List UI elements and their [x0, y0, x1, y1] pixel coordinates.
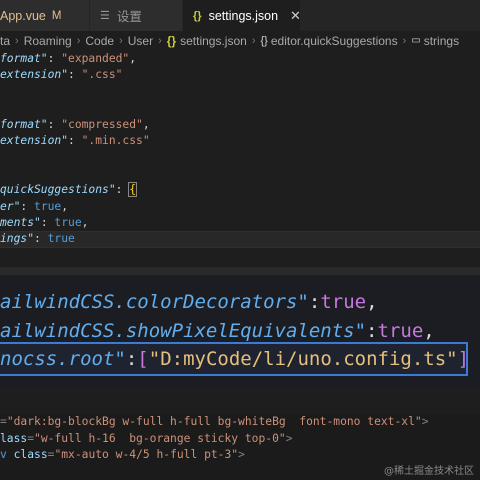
json-key: ailwindCSS.colorDecorators" [0, 291, 309, 313]
code-editor[interactable]: format": "expanded", extension": ".css" … [0, 51, 480, 248]
editor-tab-bar: App.vue M ☰ 设置 {} settings.json ✕ [0, 0, 480, 31]
tag-name: v [0, 448, 7, 461]
zoom-line: nocss.root":["D:myCode/li/uno.config.ts"… [0, 348, 470, 370]
code-line: lass="w-full h-16 bg-orange sticky top-0… [0, 431, 293, 445]
json-value: ".css" [81, 68, 123, 82]
tab-settings-ui[interactable]: ☰ 设置 [90, 0, 183, 31]
chevron-right-icon: › [402, 34, 407, 47]
breadcrumb-item[interactable]: ta [0, 34, 10, 48]
code-line: er": true, [0, 199, 69, 213]
code-line: ="dark:bg-blockBg w-full h-full bg-white… [0, 415, 429, 428]
json-key: format" [0, 52, 48, 65]
json-value: "compressed" [61, 117, 143, 131]
json-key: quickSuggestions" [0, 183, 116, 197]
json-key: er" [0, 199, 21, 213]
zoomed-settings-snippet: ailwindCSS.colorDecorators":true, ailwin… [0, 275, 480, 387]
attr-value: "mx-auto w-4/5 h-full pt-3" [54, 448, 239, 461]
json-key: format" [0, 117, 48, 131]
breadcrumb-item[interactable]: Roaming [24, 34, 72, 48]
breadcrumb-label: editor.quickSuggestions [270, 33, 398, 48]
breadcrumb-item[interactable]: User [128, 34, 153, 48]
tab-label: 设置 [116, 10, 142, 24]
json-key: extension" [0, 133, 69, 147]
divider [0, 267, 480, 275]
breadcrumb-label: strings [423, 33, 460, 48]
chevron-right-icon: › [15, 34, 19, 47]
zoom-line: ailwindCSS.colorDecorators":true, [0, 291, 378, 313]
close-icon[interactable]: ✕ [290, 8, 301, 24]
json-key: ings" [0, 232, 35, 246]
breadcrumb-item[interactable]: {} settings.json [167, 34, 247, 48]
chevron-right-icon: › [158, 34, 162, 47]
matched-brace: { [128, 182, 138, 198]
tab-label: settings.json [208, 8, 279, 23]
breadcrumb: ta › Roaming › Code › User › {} settings.… [0, 31, 480, 50]
json-braces-icon: {} [166, 33, 177, 48]
attr-value: "dark:bg-blockBg w-full h-full bg-whiteB… [6, 415, 422, 428]
json-value: true [47, 232, 75, 246]
code-line: extension": ".css" [0, 68, 123, 82]
breadcrumb-item[interactable]: {} editor.quickSuggestions [260, 34, 397, 48]
chevron-right-icon: › [119, 34, 123, 47]
json-value: true [54, 215, 82, 229]
breadcrumb-item[interactable]: ▭ strings [411, 34, 459, 48]
code-line: extension": ".min.css" [0, 133, 150, 147]
json-key: nocss.root" [0, 348, 126, 370]
code-line: format": "expanded", [0, 52, 137, 65]
attr-name: lass [0, 431, 28, 445]
json-value: ".min.css" [81, 133, 150, 147]
breadcrumb-label: settings.json [180, 33, 247, 48]
json-value: "D:myCode/li/uno.config.ts" [148, 348, 458, 370]
json-key: ments" [0, 215, 41, 229]
json-braces-icon: {} [193, 9, 202, 22]
breadcrumb-item[interactable]: Code [85, 34, 114, 48]
json-key: extension" [0, 68, 69, 82]
modified-badge: M [51, 9, 62, 22]
json-value: "expanded" [61, 52, 130, 65]
json-value: true [34, 199, 62, 213]
chevron-right-icon: › [251, 34, 256, 47]
attr-name: class [13, 448, 48, 461]
string-icon: ▭ [411, 35, 421, 46]
current-code-line: ings": true [0, 231, 480, 248]
code-line: ments": true, [0, 215, 89, 229]
zoom-line: ailwindCSS.showPixelEquivalents":true, [0, 320, 435, 342]
chevron-right-icon: › [76, 34, 81, 47]
divider [0, 387, 480, 414]
json-value: true [377, 320, 424, 342]
object-braces-icon: {} [260, 34, 268, 47]
settings-list-icon: ☰ [100, 10, 110, 22]
tab-settings-json[interactable]: {} settings.json ✕ [183, 0, 301, 31]
json-key: ailwindCSS.showPixelEquivalents" [0, 320, 367, 342]
watermark: @稀土掘金技术社区 [384, 466, 474, 477]
tab-label: App.vue [0, 8, 46, 23]
tab-app-vue[interactable]: App.vue M [0, 0, 90, 31]
code-line: format": "compressed", [0, 117, 150, 131]
code-line: quickSuggestions": { [0, 182, 138, 198]
json-value: true [320, 291, 367, 313]
attr-value: "w-full h-16 bg-orange sticky top-0" [34, 431, 286, 445]
